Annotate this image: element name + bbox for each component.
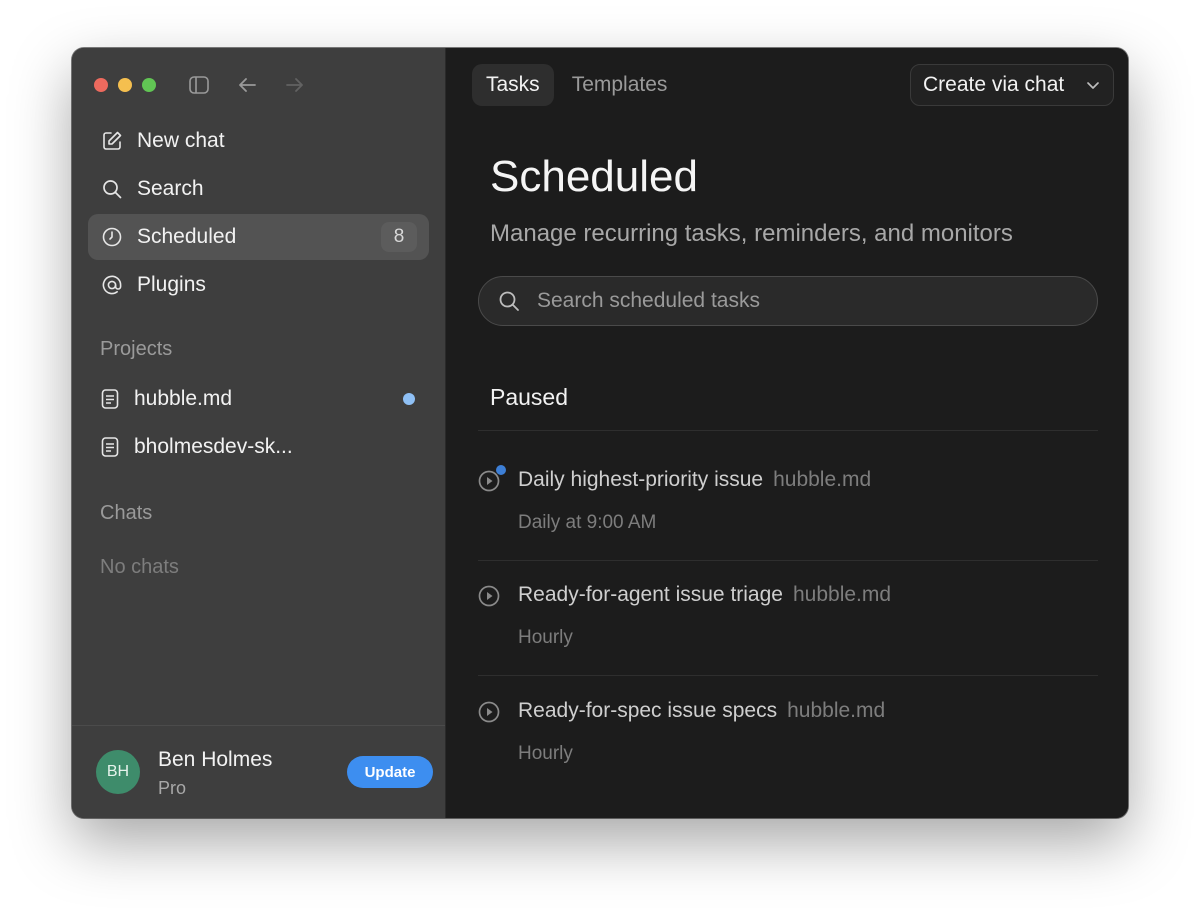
nav-search[interactable]: Search xyxy=(88,166,429,212)
paused-group-heading: Paused xyxy=(490,384,569,410)
task-name: Ready-for-spec issue specs hubble.md xyxy=(518,699,885,723)
task-row[interactable]: Daily highest-priority issue hubble.md Da… xyxy=(478,448,1098,558)
chats-heading: Chats xyxy=(100,502,153,524)
search-input[interactable] xyxy=(535,288,1079,314)
window-controls xyxy=(94,78,156,92)
close-window-button[interactable] xyxy=(94,78,108,92)
nav-label: Scheduled xyxy=(137,225,237,248)
create-label: Create via chat xyxy=(923,73,1065,96)
task-project: hubble.md xyxy=(787,699,886,722)
task-project: hubble.md xyxy=(792,583,892,606)
task-row[interactable]: Ready-for-agent issue triage hubble.md Ho… xyxy=(478,563,1098,673)
tab-bar: Tasks Templates xyxy=(472,64,681,106)
task-title: Ready-for-spec issue specs xyxy=(518,699,778,722)
task-title: Daily highest-priority issue xyxy=(518,468,764,491)
task-schedule: Hourly xyxy=(518,627,573,648)
search-bar[interactable] xyxy=(478,276,1098,326)
user-name: Ben Holmes xyxy=(158,748,273,771)
task-name: Ready-for-agent issue triage hubble.md xyxy=(518,583,891,607)
task-schedule: Daily at 9:00 AM xyxy=(518,512,657,533)
main-panel: Tasks Templates Create via chat Schedule… xyxy=(446,48,1128,818)
divider xyxy=(478,560,1098,561)
task-schedule: Hourly xyxy=(518,743,573,764)
projects-heading: Projects xyxy=(100,338,173,360)
user-footer: BH Ben Holmes Pro Update xyxy=(72,725,445,818)
sidebar: New chat Search Scheduled 8 Plugins Proj… xyxy=(72,48,446,818)
sidebar-nav: New chat Search Scheduled 8 Plugins xyxy=(88,118,429,310)
forward-arrow-icon[interactable] xyxy=(282,72,308,98)
status-indicator xyxy=(496,465,506,475)
nav-label: Plugins xyxy=(137,273,206,296)
search-icon xyxy=(497,289,521,313)
page-subtitle: Manage recurring tasks, reminders, and m… xyxy=(490,220,1013,247)
back-arrow-icon[interactable] xyxy=(234,72,260,98)
play-icon[interactable] xyxy=(478,465,506,494)
nav-label: Search xyxy=(137,177,204,200)
app-window: New chat Search Scheduled 8 Plugins Proj… xyxy=(72,48,1128,818)
task-title: Ready-for-agent issue triage xyxy=(518,583,783,606)
search-icon xyxy=(100,177,124,201)
toolbar xyxy=(186,72,308,98)
task-name: Daily highest-priority issue hubble.md xyxy=(518,468,871,492)
zoom-window-button[interactable] xyxy=(142,78,156,92)
edit-icon xyxy=(100,129,124,153)
user-plan: Pro xyxy=(158,778,187,798)
page-title: Scheduled xyxy=(490,152,698,201)
chevron-down-icon xyxy=(1085,77,1101,93)
task-row[interactable]: Ready-for-spec issue specs hubble.md Hour… xyxy=(478,679,1098,789)
nav-label: New chat xyxy=(137,129,225,152)
play-icon[interactable] xyxy=(478,699,504,725)
unread-indicator xyxy=(403,393,415,405)
divider xyxy=(478,675,1098,676)
at-icon xyxy=(100,273,124,297)
project-item-bholmesdev[interactable]: bholmesdev-sk... xyxy=(88,425,429,469)
project-label: bholmesdev-sk... xyxy=(134,435,293,458)
sidebar-toggle-icon[interactable] xyxy=(186,72,212,98)
tab-tasks[interactable]: Tasks xyxy=(472,64,554,106)
project-label: hubble.md xyxy=(134,387,233,410)
project-item-hubble[interactable]: hubble.md xyxy=(88,377,429,421)
avatar[interactable]: BH xyxy=(96,750,140,794)
scheduled-count-badge: 8 xyxy=(381,222,417,252)
update-button[interactable]: Update xyxy=(347,756,433,788)
tab-templates[interactable]: Templates xyxy=(558,64,682,106)
divider xyxy=(478,430,1098,431)
task-project: hubble.md xyxy=(773,468,872,491)
nav-scheduled[interactable]: Scheduled 8 xyxy=(88,214,429,260)
clock-icon xyxy=(100,225,124,249)
document-icon xyxy=(98,435,122,459)
create-via-chat-button[interactable]: Create via chat xyxy=(910,64,1114,106)
nav-plugins[interactable]: Plugins xyxy=(88,262,429,308)
minimize-window-button[interactable] xyxy=(118,78,132,92)
nav-new-chat[interactable]: New chat xyxy=(88,118,429,164)
document-icon xyxy=(98,387,122,411)
play-icon[interactable] xyxy=(478,583,504,609)
chats-empty-state: No chats xyxy=(100,556,179,578)
